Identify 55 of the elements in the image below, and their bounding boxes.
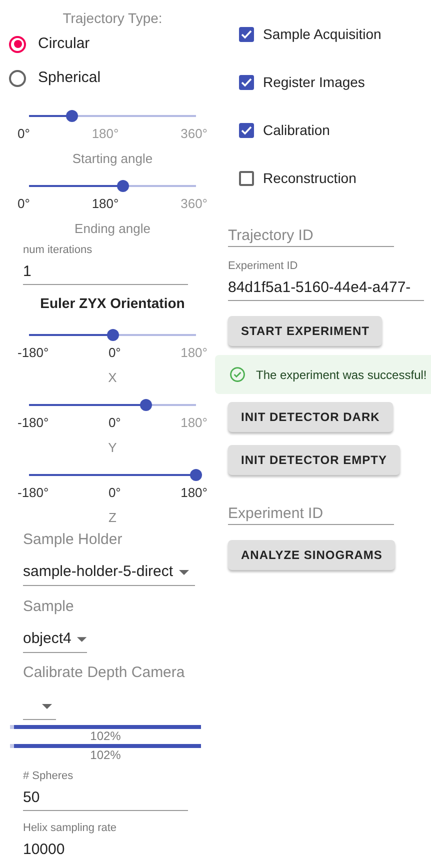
field-label: Calibrate Depth Camera <box>23 663 185 683</box>
slider-thumb[interactable] <box>140 399 152 411</box>
field-label: Sample Holder <box>23 530 122 550</box>
select-field[interactable]: sample-holder-5-direct <box>23 559 195 586</box>
check-circle-icon <box>229 366 246 383</box>
slider-mark-label: -180° <box>18 485 49 501</box>
checkbox-option[interactable]: Sample Acquisition <box>239 21 382 47</box>
slider-thumb[interactable] <box>66 110 78 122</box>
checkbox-option[interactable]: Reconstruction <box>239 165 356 191</box>
progress-reading: 102% <box>90 729 121 744</box>
checkbox-option[interactable]: Calibration <box>239 117 330 143</box>
slider-mark-label: 0° <box>18 196 30 212</box>
radio-option[interactable]: Circular <box>9 27 90 61</box>
slider-caption: Z <box>108 510 116 526</box>
analyze-sinograms-button[interactable]: ANALYZE SINOGRAMS <box>228 540 396 570</box>
success-alert: The experiment was successful! <box>215 355 431 394</box>
field-label: Sample <box>23 597 74 617</box>
text-field[interactable]: # Spheres 50 <box>23 769 188 811</box>
slider-mark-label: 180° <box>92 126 119 142</box>
slider-mark-label: 180° <box>92 196 119 212</box>
progress-reading: 102% <box>90 748 121 763</box>
dropdown-caret-icon <box>179 570 190 574</box>
select-field[interactable]: object4 <box>23 626 87 653</box>
slider-mark-label: -180° <box>18 345 49 361</box>
slider-mark-label: -180° <box>18 415 49 431</box>
init-detector-button[interactable]: INIT DETECTOR DARK <box>228 402 393 432</box>
text-field[interactable]: Helix sampling rate 10000 <box>23 821 188 857</box>
slider-mark-label: 360° <box>180 196 208 212</box>
slider-thumb[interactable] <box>190 469 202 481</box>
dropdown-caret-icon <box>77 636 87 642</box>
text-field[interactable]: num iterations 1 <box>23 243 188 285</box>
slider-caption: X <box>108 370 117 386</box>
text-field[interactable]: Trajectory ID <box>228 226 394 247</box>
checkbox-option[interactable]: Register Images <box>239 69 365 95</box>
slider-thumb[interactable] <box>116 180 129 192</box>
slider-mark-label: 0° <box>18 126 30 142</box>
slider-mark-label: 0° <box>108 345 121 361</box>
slider-caption: Y <box>108 440 117 456</box>
slider-mark-label: 180° <box>180 485 208 501</box>
start-experiment-button[interactable]: START EXPERIMENT <box>228 316 382 346</box>
section-title: Trajectory Type: <box>62 9 162 27</box>
dropdown-caret-icon <box>42 704 52 708</box>
slider-caption: Ending angle <box>74 221 150 237</box>
radio-option[interactable]: Spherical <box>9 61 101 95</box>
init-detector-button[interactable]: INIT DETECTOR EMPTY <box>228 445 400 475</box>
section-title: Euler ZYX Orientation <box>40 294 185 312</box>
text-field[interactable]: Experiment ID <box>228 504 394 525</box>
text-field[interactable]: Experiment ID 84d1f5a1-5160-44e4-a477- <box>228 259 424 301</box>
slider-mark-label: 180° <box>180 415 208 431</box>
slider-mark-label: 180° <box>180 345 208 361</box>
slider-mark-label: 0° <box>108 485 121 501</box>
slider-mark-label: 0° <box>108 415 121 431</box>
slider-mark-label: 360° <box>180 126 208 142</box>
slider-thumb[interactable] <box>106 329 118 341</box>
slider-caption: Starting angle <box>72 151 153 167</box>
